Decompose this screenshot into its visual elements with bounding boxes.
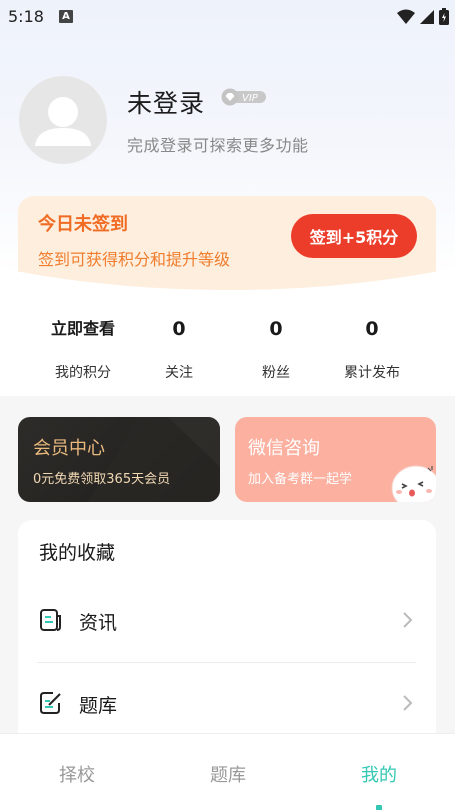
stat-points-label: 我的积分 [55,365,111,381]
nav-tab-mine[interactable]: 我的 [329,761,429,787]
sign-in-subtitle: 签到可获得积分和提升等级 [38,250,231,269]
username[interactable]: 未登录 [127,84,205,120]
signal-icon [420,9,434,24]
vip-badge: VIP [221,88,267,106]
vip-badge-text: VIP [242,93,259,104]
mascot-icon [391,465,436,502]
status-time: 5:18 [8,7,44,26]
status-icons [397,8,449,25]
vip-center-title: 会员中心 [33,438,105,459]
default-avatar-icon [35,97,91,146]
notification-a-icon: A [59,10,73,23]
stat-posts-value: 0 [365,318,379,340]
chevron-right-icon [403,695,413,711]
wechat-consult-subtitle: 加入备考群一起学 [248,472,353,487]
sign-in-title: 今日未签到 [38,214,128,235]
stat-following-label: 关注 [165,365,193,381]
stat-posts[interactable]: 0 累计发布 [324,316,420,382]
active-tab-indicator [376,805,382,810]
profile-page: 5:18 A 未登录 VIP 完成登录可探索更多功能 今日未签到 签到可获得积分… [0,0,455,810]
wechat-consult-title: 微信咨询 [248,438,320,459]
sign-in-button[interactable]: 签到+5积分 [291,214,417,258]
vip-center-card[interactable]: 会员中心 0元免费领取365天会员 [18,417,220,502]
avatar[interactable] [19,76,107,164]
news-icon [40,609,61,631]
stat-following-value: 0 [172,318,186,340]
favorites-item-news-label: 资讯 [79,612,118,634]
nav-tab-question-bank[interactable]: 题库 [178,761,278,787]
favorites-divider [37,662,416,663]
stat-points[interactable]: 立即查看 我的积分 [35,316,131,382]
vip-center-subtitle: 0元免费领取365天会员 [33,472,171,487]
stat-points-value: 立即查看 [50,319,115,338]
wechat-consult-card[interactable]: 微信咨询 加入备考群一起学 [235,417,436,502]
wifi-icon [397,9,415,24]
status-bar: 5:18 A [0,0,455,34]
stat-fans-value: 0 [269,318,283,340]
stat-posts-label: 累计发布 [344,365,400,381]
favorites-title: 我的收藏 [39,542,116,564]
favorites-item-news[interactable]: 资讯 [18,582,436,662]
favorites-item-question-bank-label: 题库 [79,695,118,717]
stat-fans-label: 粉丝 [262,365,290,381]
battery-icon [439,8,449,25]
chevron-right-icon [403,612,413,628]
stat-following[interactable]: 0 关注 [131,316,227,382]
bottom-nav: 择校 题库 我的 [0,733,455,810]
question-bank-icon [40,692,61,714]
stat-fans[interactable]: 0 粉丝 [228,316,324,382]
nav-tab-school[interactable]: 择校 [27,761,127,787]
login-hint[interactable]: 完成登录可探索更多功能 [127,132,309,156]
